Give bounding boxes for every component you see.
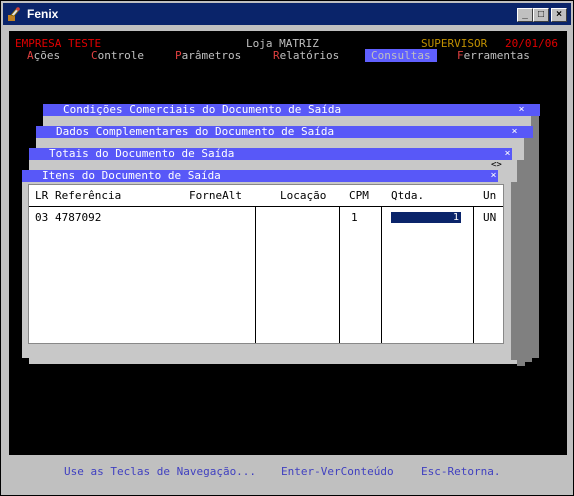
menu-label: erramentas [463,49,530,62]
app-icon [7,6,23,22]
column-divider [339,207,340,343]
menu-hotkey: P [175,49,182,62]
menu-consultas[interactable]: Consultas [365,49,437,62]
maximize-button[interactable]: □ [533,8,549,22]
menu-bar: Ações Controle Parâmetros Relatórios Con… [9,49,567,62]
close-button[interactable]: × [551,8,567,22]
menu-relatorios[interactable]: Relatórios [273,49,339,62]
menu-controle[interactable]: Controle [91,49,144,62]
qtda-input[interactable]: 1 [391,212,461,223]
window-title: Fenix [27,7,59,21]
menu-label: ções [33,49,61,62]
close-icon[interactable]: × [489,170,498,182]
window-shadow [531,116,539,358]
col-header-fornealt: ForneAlt [189,189,242,202]
terminal-screen: EMPRESA TESTE Loja MATRIZ SUPERVISOR 20/… [9,31,567,455]
column-divider [255,207,256,343]
status-esc-hint: Esc-Retorna. [421,465,501,478]
cell-referencia: 4787092 [55,211,102,224]
cell-cpm: 1 [351,211,358,224]
close-icon[interactable]: × [517,104,526,116]
col-header-locacao: Locação [280,189,327,202]
title-bar[interactable]: Fenix _ □ × [3,3,571,25]
cell-lr: 03 [35,211,49,224]
column-divider [473,207,474,343]
header-divider [29,206,503,207]
menu-label: ontrole [97,49,144,62]
minimize-button[interactable]: _ [517,8,533,22]
items-grid[interactable]: LR Referência ForneAlt Locação CPM Qtda.… [28,184,504,344]
close-icon[interactable]: × [503,148,512,160]
menu-hotkey: C [91,49,98,62]
window-shadow [511,182,519,360]
menu-hotkey: R [273,49,280,62]
col-header-cpm: CPM [349,189,369,202]
col-header-lr: LR [35,189,49,202]
window-title-bar[interactable]: Condições Comerciais do Documento de Saí… [43,104,540,116]
cell-un: UN [483,211,497,224]
menu-hotkey: A [27,49,34,62]
window-shadow [524,138,532,362]
menu-acoes[interactable]: Ações [27,49,60,62]
menu-label: arâmetros [181,49,242,62]
column-divider [381,207,382,343]
status-enter-hint: Enter-VerConteúdo [281,465,394,478]
window-title-bar[interactable]: Itens do Documento de Saída [22,170,498,182]
menu-parametros[interactable]: Parâmetros [175,49,241,62]
col-header-referencia: Referência [55,189,122,202]
window-title-bar[interactable]: Dados Complementares do Documento de Saí… [36,126,533,138]
app-window: Fenix _ □ × EMPRESA TESTE Loja MATRIZ SU… [0,0,574,496]
col-header-un: Un [483,189,497,202]
status-bar: Use as Teclas de Navegação... Enter-VerC… [9,459,567,485]
window-title-bar[interactable]: Totais do Documento de Saída [29,148,512,160]
scroll-arrows-icon[interactable]: <> [491,160,502,170]
menu-ferramentas[interactable]: Ferramentas [457,49,530,62]
menu-label: elatórios [279,49,340,62]
status-nav-hint: Use as Teclas de Navegação... [64,465,257,478]
col-header-qtda: Qtda. [391,189,425,202]
close-icon[interactable]: × [510,126,519,138]
menu-hotkey: F [457,49,464,62]
